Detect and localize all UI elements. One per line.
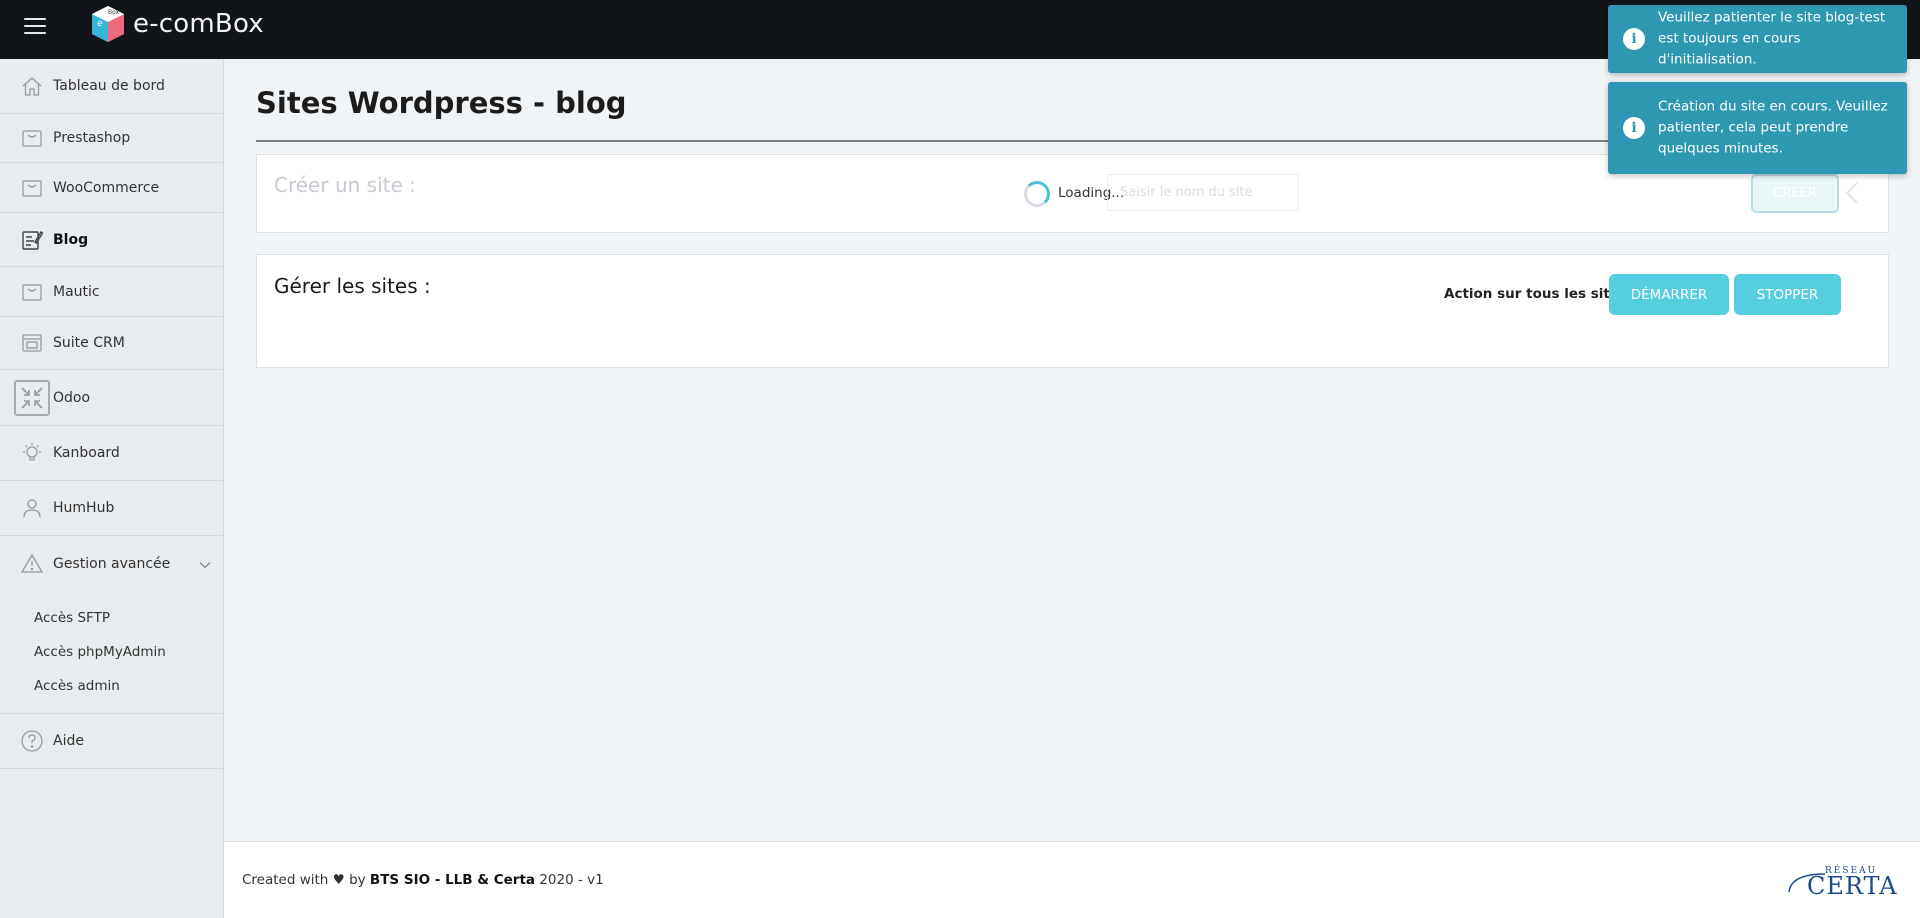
advanced-submenu: Accès SFTP Accès phpMyAdmin Accès admin — [0, 591, 223, 714]
menu-icon[interactable] — [24, 18, 46, 36]
sidebar: Tableau de bord Prestashop WooCommerce B… — [0, 59, 224, 918]
chevron-down-icon[interactable] — [199, 554, 211, 573]
browser-window-icon — [19, 330, 45, 356]
sidebar-item-kanboard[interactable]: Kanboard — [0, 426, 223, 481]
footer-credits: Created with ♥ by BTS SIO - LLB & Certa … — [242, 872, 604, 888]
sidebar-item-label: Kanboard — [53, 445, 120, 461]
sidebar-item-aide[interactable]: Aide — [0, 714, 223, 769]
sidebar-item-label: HumHub — [53, 500, 115, 516]
user-icon — [19, 495, 45, 521]
sidebar-item-suite-crm[interactable]: Suite CRM — [0, 317, 223, 370]
sidebar-item-mautic[interactable]: Mautic — [0, 267, 223, 317]
sidebar-item-humhub[interactable]: HumHub — [0, 481, 223, 536]
basket-icon — [19, 279, 45, 305]
sidebar-item-label: Gestion avancée — [53, 555, 171, 572]
create-site-button[interactable]: CRÉER — [1751, 174, 1839, 213]
sidebar-item-label: Tableau de bord — [53, 78, 165, 94]
submenu-item-acces-sftp[interactable]: Accès SFTP — [0, 601, 223, 635]
sidebar-item-label: Prestashop — [53, 130, 131, 146]
ecombox-logo[interactable]: e Box — [88, 4, 128, 44]
sidebar-item-label: Odoo — [53, 389, 91, 406]
toast-notification[interactable]: i Veuillez patienter le site blog-test e… — [1608, 5, 1907, 73]
sidebar-item-label: Mautic — [53, 283, 100, 300]
site-name-input[interactable] — [1107, 174, 1299, 211]
page-title: Sites Wordpress - blog — [256, 86, 627, 120]
sidebar-item-prestashop[interactable]: Prestashop — [0, 114, 223, 163]
manage-sites-title: Gérer les sites : — [274, 274, 431, 298]
start-all-button[interactable]: DÉMARRER — [1609, 274, 1729, 315]
stop-all-button[interactable]: STOPPER — [1734, 274, 1841, 315]
toast-message: Création du site en cours. Veuillez pati… — [1658, 98, 1888, 157]
sidebar-item-label: Suite CRM — [53, 335, 125, 351]
chevron-left-icon[interactable] — [1845, 181, 1859, 209]
heart-icon: ♥ — [332, 872, 345, 888]
sidebar-item-label: Blog — [53, 231, 89, 248]
footer: Created with ♥ by BTS SIO - LLB & Certa … — [224, 841, 1920, 918]
svg-text:e: e — [97, 19, 103, 29]
info-icon: i — [1623, 117, 1645, 139]
basket-icon — [19, 175, 45, 201]
create-site-title: Créer un site : — [274, 173, 416, 197]
brand-name[interactable]: e-comBox — [133, 9, 264, 39]
loading-spinner-icon — [1024, 181, 1050, 207]
sidebar-item-blog[interactable]: Blog — [0, 213, 223, 267]
info-icon: i — [1623, 28, 1645, 50]
toast-notification[interactable]: i Création du site en cours. Veuillez pa… — [1608, 82, 1907, 174]
sidebar-item-woocommerce[interactable]: WooCommerce — [0, 163, 223, 213]
svg-text:Box: Box — [108, 9, 120, 16]
submenu-item-acces-phpmyadmin[interactable]: Accès phpMyAdmin — [0, 635, 223, 669]
compress-arrows-icon — [14, 379, 50, 416]
sidebar-item-label: WooCommerce — [53, 179, 160, 196]
sidebar-item-tableau-de-bord[interactable]: Tableau de bord — [0, 59, 223, 114]
manage-sites-panel: Gérer les sites : Action sur tous les si… — [256, 254, 1889, 368]
sidebar-item-odoo[interactable]: Odoo — [0, 370, 223, 426]
home-icon — [19, 73, 45, 99]
edit-note-icon — [19, 227, 45, 253]
certa-logo[interactable]: RÉSEAU CERTA — [1785, 864, 1897, 904]
basket-icon — [19, 125, 45, 151]
toast-message: Veuillez patienter le site blog-test est… — [1658, 9, 1886, 68]
submenu-item-acces-admin[interactable]: Accès admin — [0, 669, 223, 703]
sidebar-item-gestion-avancee[interactable]: Gestion avancée — [0, 536, 223, 591]
lightbulb-icon — [19, 440, 45, 466]
help-icon — [19, 728, 45, 754]
sidebar-item-label: Aide — [53, 733, 84, 749]
warning-icon — [19, 551, 45, 577]
